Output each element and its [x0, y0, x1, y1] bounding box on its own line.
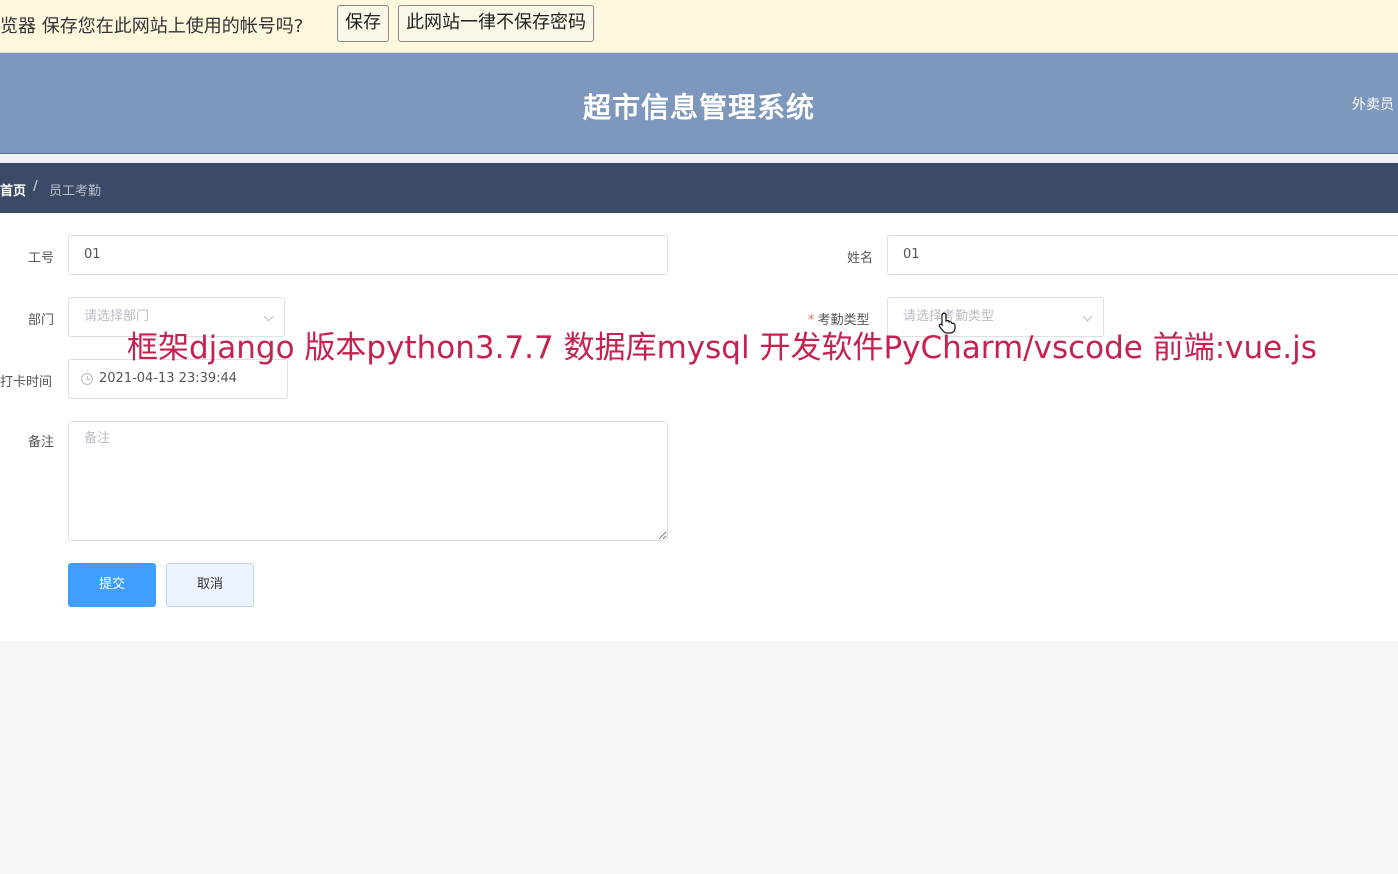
attendance-form: 工号 01 姓名 01 部门 请选择部门 * 考勤类型 请选择考勤类型 打卡时间 … [0, 213, 1398, 641]
employee-id-label: 工号 [28, 251, 55, 266]
chevron-down-icon [1082, 311, 1093, 322]
app-title: 超市信息管理系统 [582, 91, 815, 124]
hand-cursor-icon [938, 312, 956, 334]
watermark-caption: 框架django 版本python3.7.7 数据库mysql 开发软件PyCh… [127, 330, 1317, 366]
clock-time-value: 2021-04-13 23:39:44 [99, 371, 238, 386]
breadcrumb: 首页 / 员工考勤 [0, 163, 1398, 213]
employee-id-input[interactable]: 01 [68, 235, 668, 275]
never-save-password-button[interactable]: 此网站一律不保存密码 [398, 5, 594, 42]
save-password-bar: 览器 保存您在此网站上使用的帐号吗? 保存 此网站一律不保存密码 [0, 0, 1398, 53]
submit-button[interactable]: 提交 [68, 563, 156, 607]
breadcrumb-current: 员工考勤 [49, 184, 102, 199]
header-divider [0, 154, 1398, 163]
breadcrumb-separator: / [33, 179, 38, 194]
chevron-down-icon [263, 311, 274, 322]
breadcrumb-home-link[interactable]: 首页 [0, 180, 26, 199]
name-label: 姓名 [847, 251, 874, 266]
save-password-button[interactable]: 保存 [337, 5, 389, 42]
remark-label: 备注 [28, 435, 55, 450]
employee-id-value: 01 [84, 247, 101, 262]
remark-textarea[interactable] [68, 421, 668, 541]
name-value: 01 [903, 247, 920, 262]
clock-icon [81, 373, 93, 385]
app-header: 超市信息管理系统 外卖员 [0, 53, 1398, 154]
save-password-message: 览器 保存您在此网站上使用的帐号吗? [0, 16, 304, 37]
cancel-button[interactable]: 取消 [166, 563, 254, 607]
user-role-menu[interactable]: 外卖员 [1352, 94, 1394, 114]
clock-time-label: 打卡时间 [0, 375, 53, 390]
name-input[interactable]: 01 [887, 235, 1398, 275]
department-label: 部门 [28, 313, 55, 328]
